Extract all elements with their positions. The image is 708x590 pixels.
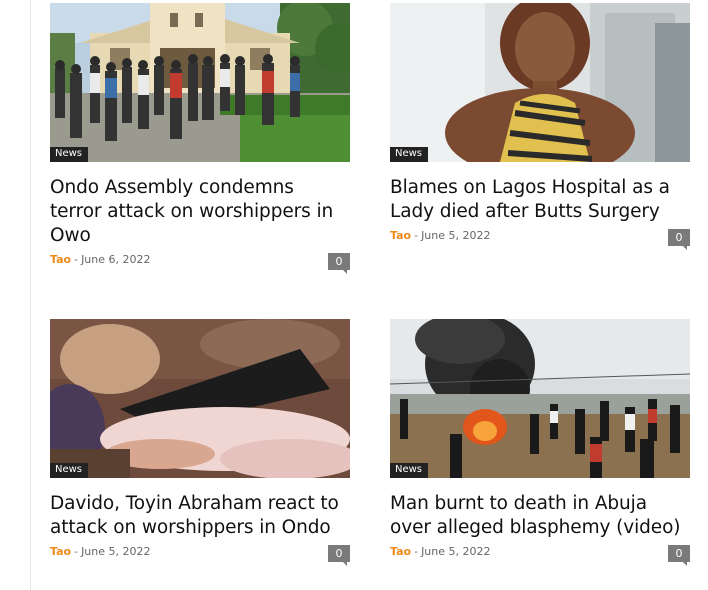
- post-author[interactable]: Tao: [390, 229, 411, 242]
- post-title[interactable]: Blames on Lagos Hospital as a Lady died …: [390, 176, 690, 224]
- post-date: June 5, 2022: [81, 545, 151, 558]
- fire-crowd-photo: [390, 319, 690, 478]
- post-meta: Tao - June 5, 2022 0: [50, 545, 350, 567]
- church-crowd-photo: [50, 3, 350, 162]
- post-title[interactable]: Man burnt to death in Abuja over alleged…: [390, 492, 690, 540]
- post-title[interactable]: Davido, Toyin Abraham react to attack on…: [50, 492, 350, 540]
- comment-count[interactable]: 0: [328, 545, 350, 566]
- post-card: News Ondo Assembly condemns terror attac…: [50, 3, 350, 275]
- post-author[interactable]: Tao: [50, 253, 71, 266]
- meta-separator: -: [414, 545, 419, 558]
- post-card: News Blames on Lagos Hospital as a Lady …: [390, 3, 690, 251]
- post-date: June 5, 2022: [421, 545, 491, 558]
- post-title[interactable]: Ondo Assembly condemns terror attack on …: [50, 176, 350, 248]
- post-date: June 5, 2022: [421, 229, 491, 242]
- category-badge[interactable]: News: [50, 147, 89, 162]
- post-thumbnail[interactable]: News: [50, 319, 350, 478]
- meta-separator: -: [74, 545, 79, 558]
- post-author[interactable]: Tao: [390, 545, 411, 558]
- post-author[interactable]: Tao: [50, 545, 71, 558]
- post-meta: Tao - June 5, 2022 0: [390, 229, 690, 251]
- category-badge[interactable]: News: [390, 463, 429, 478]
- meta-separator: -: [414, 229, 419, 242]
- category-badge[interactable]: News: [390, 147, 429, 162]
- post-meta: Tao - June 5, 2022 0: [390, 545, 690, 567]
- post-card: News Man burnt to death in Abuja over al…: [390, 319, 690, 567]
- category-badge[interactable]: News: [50, 463, 89, 478]
- woman-portrait-photo: [390, 3, 690, 162]
- post-meta: Tao - June 6, 2022 0: [50, 253, 350, 275]
- meta-separator: -: [74, 253, 79, 266]
- comment-count[interactable]: 0: [328, 253, 350, 274]
- post-thumbnail[interactable]: News: [390, 319, 690, 478]
- post-thumbnail[interactable]: News: [50, 3, 350, 162]
- comment-count[interactable]: 0: [668, 545, 690, 566]
- blurred-scene-photo: [50, 319, 350, 478]
- post-card: News Davido, Toyin Abraham react to atta…: [50, 319, 350, 567]
- content-divider: [30, 0, 31, 590]
- post-thumbnail[interactable]: News: [390, 3, 690, 162]
- comment-count[interactable]: 0: [668, 229, 690, 250]
- post-date: June 6, 2022: [81, 253, 151, 266]
